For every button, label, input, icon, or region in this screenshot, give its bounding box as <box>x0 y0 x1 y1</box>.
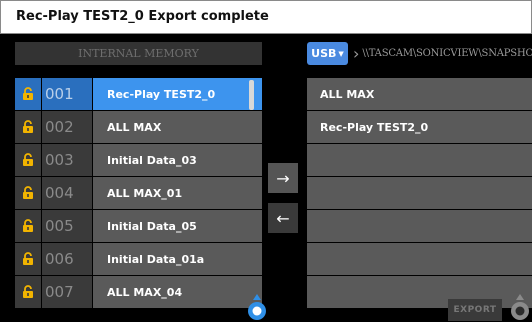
knob-right-icon <box>511 294 529 320</box>
snapshot-name: ALL MAX_01 <box>93 177 262 209</box>
lock-icon-cell[interactable] <box>15 243 41 275</box>
internal-memory-list: 001 Rec-Play TEST2_0 002 ALL MAX 003 Initial … <box>15 78 262 309</box>
snapshot-name: Initial Data_05 <box>93 210 262 242</box>
lock-icon-cell[interactable] <box>15 210 41 242</box>
snapshot-row[interactable]: 004 ALL MAX_01 <box>15 177 262 209</box>
left-encoder-knob[interactable] <box>244 294 270 322</box>
right-encoder-knob[interactable] <box>508 294 532 322</box>
usb-snapshot-list: ALL MAX Rec-Play TEST2_0 <box>307 78 532 309</box>
snapshot-number: 001 <box>42 78 92 110</box>
snapshot-row[interactable]: 001 Rec-Play TEST2_0 <box>15 78 262 110</box>
scrollbar-thumb[interactable] <box>249 80 254 110</box>
destination-path: \\TASCAM\SONICVIEW\SNAPSHOT\ <box>362 48 532 59</box>
usb-file-row[interactable] <box>307 177 532 209</box>
lock-icon-cell[interactable] <box>15 144 41 176</box>
usb-file-row[interactable]: ALL MAX <box>307 78 532 110</box>
snapshot-name: Initial Data_03 <box>93 144 262 176</box>
export-button[interactable]: EXPORT <box>448 299 502 321</box>
arrow-right-icon: → <box>276 168 290 188</box>
unlock-icon <box>23 153 33 166</box>
arrow-left-icon: ← <box>276 208 290 228</box>
dropdown-caret-icon: ▼ <box>338 49 344 58</box>
path-chevron-icon: › <box>353 43 360 63</box>
unlock-icon <box>23 252 33 265</box>
unlock-icon <box>23 186 33 199</box>
snapshot-name: Rec-Play TEST2_0 <box>93 78 262 110</box>
snapshot-number: 005 <box>42 210 92 242</box>
destination-header: USB ▼ › \\TASCAM\SONICVIEW\SNAPSHOT\ <box>307 42 532 65</box>
snapshot-name: Initial Data_01a <box>93 243 262 275</box>
unlock-icon <box>23 219 33 232</box>
lock-icon-cell[interactable] <box>15 276 41 308</box>
usb-file-row[interactable] <box>307 243 532 275</box>
usb-file-row[interactable]: Rec-Play TEST2_0 <box>307 111 532 143</box>
usb-file-row[interactable] <box>307 210 532 242</box>
snapshot-row[interactable]: 003 Initial Data_03 <box>15 144 262 176</box>
snapshot-number: 002 <box>42 111 92 143</box>
copy-to-usb-button[interactable]: → <box>268 163 298 193</box>
snapshot-number: 003 <box>42 144 92 176</box>
lock-icon-cell[interactable] <box>15 177 41 209</box>
knob-left-icon <box>248 294 266 320</box>
source-header: INTERNAL MEMORY <box>15 42 262 65</box>
title-bar: Rec-Play TEST2_0 Export complete <box>0 0 532 34</box>
snapshot-row[interactable]: 002 ALL MAX <box>15 111 262 143</box>
usb-file-row[interactable] <box>307 144 532 176</box>
snapshot-row[interactable]: 007 ALL MAX_04 <box>15 276 262 308</box>
lock-icon-cell[interactable] <box>15 78 41 110</box>
copy-to-internal-button[interactable]: ← <box>268 203 298 233</box>
snapshot-number: 004 <box>42 177 92 209</box>
lock-icon-cell[interactable] <box>15 111 41 143</box>
snapshot-name: ALL MAX <box>93 111 262 143</box>
unlock-icon <box>23 87 33 100</box>
snapshot-row[interactable]: 006 Initial Data_01a <box>15 243 262 275</box>
snapshot-name: ALL MAX_04 <box>93 276 262 308</box>
unlock-icon <box>23 120 33 133</box>
snapshot-number: 006 <box>42 243 92 275</box>
device-label: USB <box>311 47 337 60</box>
unlock-icon <box>23 285 33 298</box>
device-select-button[interactable]: USB ▼ <box>307 42 348 65</box>
page-title: Rec-Play TEST2_0 Export complete <box>16 9 269 24</box>
snapshot-number: 007 <box>42 276 92 308</box>
snapshot-row[interactable]: 005 Initial Data_05 <box>15 210 262 242</box>
